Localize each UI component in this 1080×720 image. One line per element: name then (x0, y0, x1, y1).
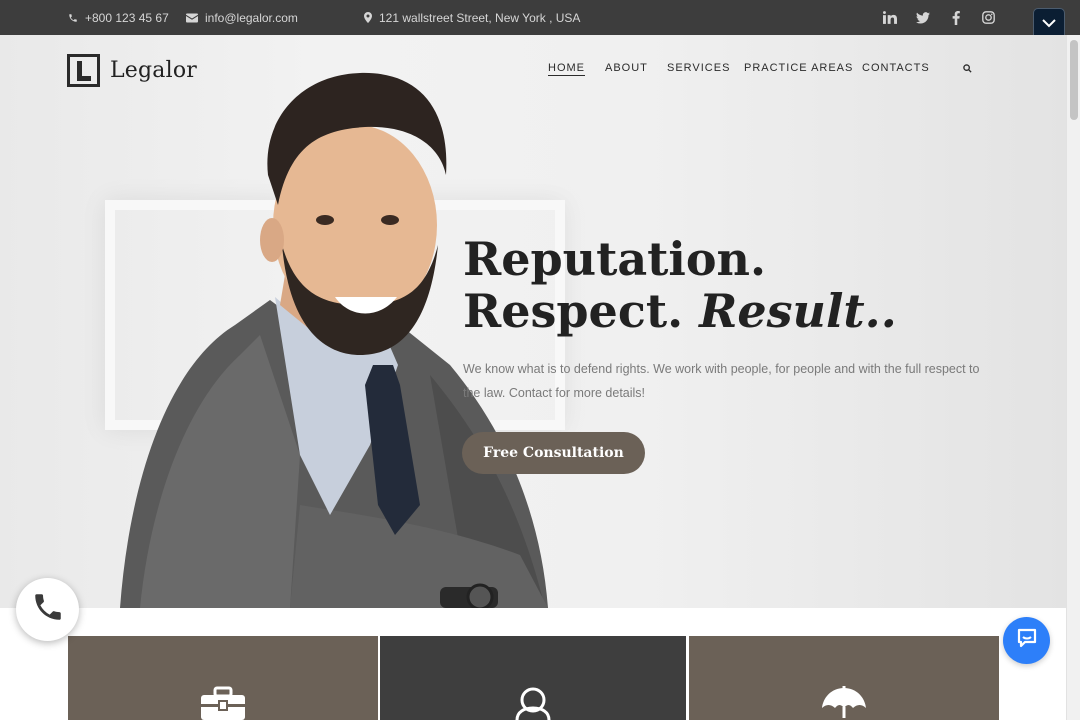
headline-plain: Respect. (463, 284, 684, 338)
user-icon (513, 686, 553, 720)
logo-name: Legalor (110, 58, 198, 83)
topbar-address-text: 121 wallstreet Street, New York , USA (379, 10, 581, 25)
nav-item-contacts[interactable]: CONTACTS (862, 62, 930, 74)
topbar-email[interactable]: info@legalor.com (186, 0, 298, 35)
topbar-phone[interactable]: +800 123 45 67 (68, 0, 169, 35)
topbar-email-text: info@legalor.com (205, 10, 298, 25)
nav-item-practice-areas[interactable]: PRACTICE AREAS (744, 62, 853, 74)
search-icon[interactable] (963, 64, 972, 76)
service-card-1[interactable] (68, 636, 378, 720)
hero-headline: Reputation. Respect. Result.. (463, 233, 897, 337)
page-scrollbar[interactable] (1066, 35, 1080, 720)
social-links (873, 0, 1005, 35)
chat-button[interactable] (1003, 617, 1050, 664)
scrollbar-thumb[interactable] (1070, 40, 1078, 120)
site-logo[interactable]: Legalor (67, 54, 197, 87)
linkedin-icon[interactable] (873, 0, 906, 35)
topbar-phone-text: +800 123 45 67 (85, 10, 169, 25)
nav-item-home[interactable]: HOME (548, 62, 585, 74)
logo-mark (67, 54, 100, 87)
call-button[interactable] (16, 578, 79, 641)
briefcase-icon (200, 686, 246, 720)
headline-line-2: Respect. Result.. (463, 285, 897, 337)
free-consultation-button[interactable]: Free Consultation (462, 432, 645, 474)
facebook-icon[interactable] (939, 0, 972, 35)
phone-icon (68, 13, 78, 23)
umbrella-icon (821, 686, 867, 720)
envelope-icon (186, 13, 198, 23)
nav-item-services[interactable]: SERVICES (667, 62, 730, 74)
twitter-icon[interactable] (906, 0, 939, 35)
headline-italic: Result.. (699, 284, 897, 338)
hero-section: Legalor HOME ABOUT SERVICES PRACTICE ARE… (0, 35, 1066, 608)
topbar-address: 121 wallstreet Street, New York , USA (364, 0, 580, 35)
nav-item-about[interactable]: ABOUT (605, 62, 648, 74)
hero-subtext: We know what is to defend rights. We wor… (463, 362, 980, 400)
phone-icon (31, 590, 65, 629)
instagram-icon[interactable] (972, 0, 1005, 35)
top-bar: +800 123 45 67 info@legalor.com 121 wall… (0, 0, 1080, 35)
service-card-3[interactable] (689, 636, 999, 720)
chat-bubble-icon (1015, 626, 1039, 655)
headline-line-1: Reputation. (463, 232, 767, 286)
map-marker-icon (364, 12, 372, 23)
chevron-down-icon (1042, 15, 1056, 33)
service-card-2[interactable] (380, 636, 686, 720)
